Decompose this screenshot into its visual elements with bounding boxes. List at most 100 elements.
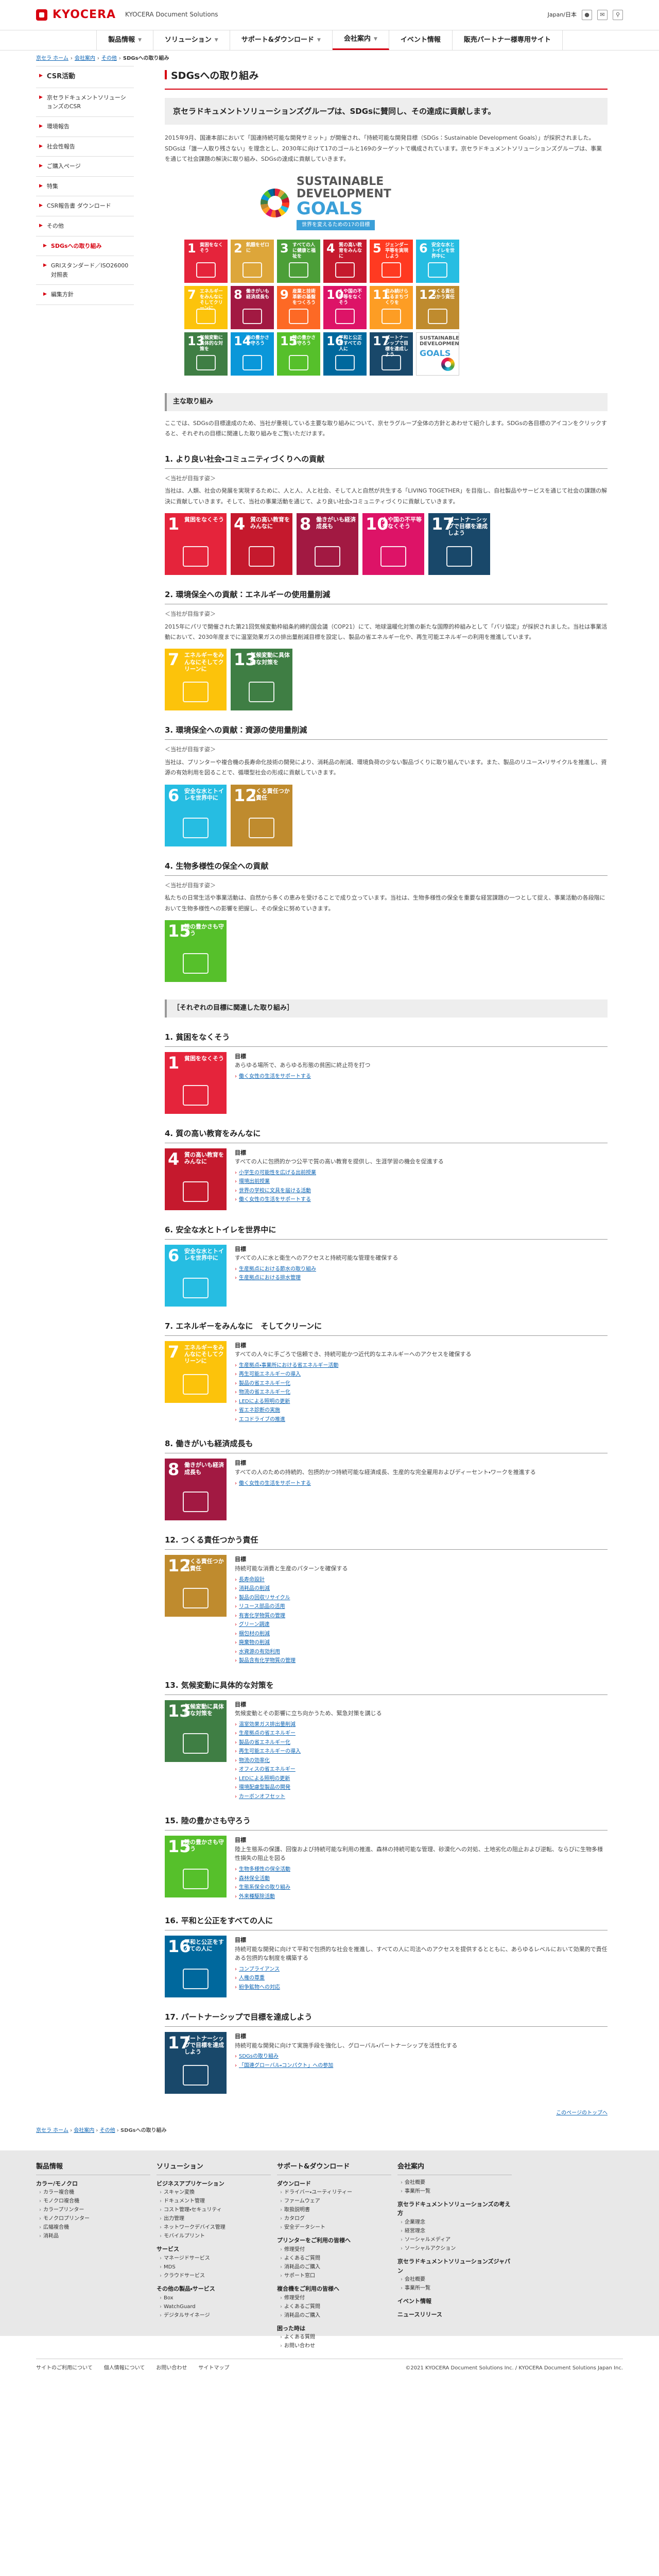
goal-link[interactable]: 製品の回収リサイクル bbox=[239, 1595, 290, 1601]
sidebar-item-2[interactable]: ▶ 環境報告 bbox=[36, 117, 134, 137]
goal-link[interactable]: 世界の学校に文具を届ける活動 bbox=[239, 1188, 311, 1194]
footer-bottom-link[interactable]: サイトのご利用について bbox=[36, 2365, 93, 2371]
goal-link[interactable]: コンプライアンス bbox=[239, 1967, 280, 1972]
goal-link[interactable]: 省エネ診断の実施 bbox=[239, 1408, 280, 1413]
footer-link[interactable]: サポート窓口 bbox=[277, 2272, 391, 2280]
goal-link[interactable]: 生態系保全の取り組み bbox=[239, 1885, 290, 1890]
nav-item-0[interactable]: 製品情報 ▼ bbox=[96, 30, 154, 50]
goal-link[interactable]: 生産拠点・事業所における省エネルギー活動 bbox=[239, 1363, 338, 1368]
footer-link[interactable]: ネットワークデバイス管理 bbox=[157, 2223, 271, 2232]
footer-link[interactable]: 企業理念 bbox=[397, 2218, 512, 2227]
footer-section-title[interactable]: ニュースリリース bbox=[397, 2310, 512, 2319]
goal-link[interactable]: 製品の省エネルギー化 bbox=[239, 1740, 290, 1745]
goal-link[interactable]: 環境配慮型製品の開発 bbox=[239, 1785, 290, 1790]
goal-link[interactable]: 小学生の可能性を広げる出前授業 bbox=[239, 1170, 316, 1176]
goal-link[interactable]: 再生可能エネルギーの導入 bbox=[239, 1749, 301, 1754]
sdg-tile-16[interactable]: 16 平和と公正をすべての人に bbox=[323, 332, 367, 376]
footer-section-title[interactable]: プリンターをご利用の皆様へ bbox=[277, 2236, 391, 2245]
footer-link[interactable]: モノクロプリンター bbox=[36, 2214, 150, 2223]
sdg-tile-2[interactable]: 2 飢餓をゼロに bbox=[231, 240, 274, 283]
sidebar-item-4[interactable]: ▶ ご購入ページ bbox=[36, 157, 134, 177]
footer-breadcrumb-link[interactable]: 会社案内 bbox=[74, 2128, 94, 2133]
footer-link[interactable]: MDS bbox=[157, 2263, 271, 2272]
sdg-tile-15[interactable]: 15 陸の豊かさも守ろう bbox=[165, 920, 227, 982]
footer-link[interactable]: よくある質問 bbox=[277, 2333, 391, 2342]
sdg-tile-7[interactable]: 7 エネルギーをみんなにそしてクリーンに bbox=[165, 649, 227, 711]
footer-link[interactable]: ドキュメント管理 bbox=[157, 2197, 271, 2206]
logo[interactable]: KYOCERA KYOCERA Document Solutions bbox=[36, 6, 218, 24]
footer-link[interactable]: 会社概要 bbox=[397, 2275, 512, 2284]
footer-link[interactable]: ソーシャルアクション bbox=[397, 2244, 512, 2253]
sdg-tile-15[interactable]: 15 陸の豊かさも守ろう bbox=[277, 332, 320, 376]
breadcrumb-link[interactable]: その他 bbox=[101, 56, 117, 61]
footer-link[interactable]: 修理受付 bbox=[277, 2245, 391, 2254]
sdg-tile-9[interactable]: 9 産業と技術革新の基盤をつくろう bbox=[277, 286, 320, 330]
sdg-tile-1[interactable]: 1 貧困をなくそう bbox=[184, 240, 228, 283]
nav-item-3[interactable]: 会社案内 ▼ bbox=[332, 30, 389, 50]
goal-link[interactable]: 働く女性の生活をサポートする bbox=[239, 1481, 311, 1486]
sdg-tile-17[interactable]: 17 パートナーシップで目標を達成しよう bbox=[428, 513, 490, 575]
footer-link[interactable]: 取扱説明書 bbox=[277, 2206, 391, 2214]
footer-link[interactable]: 会社概要 bbox=[397, 2178, 512, 2187]
sdg-tile-17[interactable]: 17 パートナーシップで目標を達成しよう bbox=[165, 2032, 227, 2094]
footer-column-head[interactable]: 会社案内 bbox=[397, 2162, 512, 2175]
goal-link[interactable]: 廃棄物の削減 bbox=[239, 1640, 270, 1646]
goal-link[interactable]: LEDによる照明の更新 bbox=[239, 1399, 290, 1404]
sdg-tile-12[interactable]: 12 つくる責任つかう責任 bbox=[231, 784, 292, 846]
goal-link[interactable]: LEDによる照明の更新 bbox=[239, 1776, 290, 1782]
goal-link[interactable]: 生産拠点の省エネルギー bbox=[239, 1731, 296, 1736]
goal-link[interactable]: 外来種駆除活動 bbox=[239, 1894, 275, 1900]
footer-section-title[interactable]: ビジネスアプリケーション bbox=[157, 2179, 271, 2189]
sidebar-item-5[interactable]: ▶ 特集 bbox=[36, 177, 134, 197]
sdg-tile-13[interactable]: 13 気候変動に具体的な対策を bbox=[231, 649, 292, 711]
footer-link[interactable]: モバイルプリント bbox=[157, 2232, 271, 2241]
goal-link[interactable]: 物流の省エネルギー化 bbox=[239, 1389, 290, 1395]
nav-item-4[interactable]: イベント情報 bbox=[389, 30, 453, 50]
footer-link[interactable]: コスト管理・セキュリティ bbox=[157, 2206, 271, 2214]
language-selector[interactable]: Japan/日本 bbox=[548, 10, 577, 20]
goal-link[interactable]: 物流の効率化 bbox=[239, 1758, 270, 1764]
footer-link[interactable]: カラー複合機 bbox=[36, 2188, 150, 2197]
search-icon[interactable]: ⚲ bbox=[613, 10, 623, 20]
footer-section-title[interactable]: 困った時は bbox=[277, 2324, 391, 2333]
footer-link[interactable]: 消耗品 bbox=[36, 2232, 150, 2241]
footer-link[interactable]: 事業所一覧 bbox=[397, 2187, 512, 2196]
sdg-tile-12[interactable]: 12 つくる責任つかう責任 bbox=[416, 286, 459, 330]
goal-link[interactable]: 働く女性の生活をサポートする bbox=[239, 1197, 311, 1202]
sdg-tile-8[interactable]: 8 働きがいも経済成長も bbox=[165, 1459, 227, 1521]
footer-link[interactable]: 出力管理 bbox=[157, 2214, 271, 2223]
sdg-tile-6[interactable]: 6 安全な水とトイレを世界中に bbox=[165, 784, 227, 846]
sidebar-item-7[interactable]: ▶ その他 bbox=[36, 216, 134, 236]
footer-bottom-link[interactable]: 個人情報について bbox=[104, 2365, 145, 2371]
footer-link[interactable]: お問い合わせ bbox=[277, 2342, 391, 2350]
footer-link[interactable]: カタログ bbox=[277, 2214, 391, 2223]
sdg-tile-16[interactable]: 16 平和と公正をすべての人に bbox=[165, 1936, 227, 1998]
footer-bottom-link[interactable]: お問い合わせ bbox=[156, 2365, 187, 2371]
sdg-tile-4[interactable]: 4 質の高い教育をみんなに bbox=[165, 1148, 227, 1210]
sidebar-item-8[interactable]: ▶ SDGsへの取り組み bbox=[36, 236, 134, 257]
goal-link[interactable]: 働く女性の生活をサポートする bbox=[239, 1074, 311, 1079]
footer-breadcrumb-link[interactable]: 京セラ ホーム bbox=[36, 2128, 68, 2133]
goal-link[interactable]: カーボンオフセット bbox=[239, 1794, 285, 1800]
footer-section-title[interactable]: サービス bbox=[157, 2245, 271, 2254]
goal-link[interactable]: 環境出前授業 bbox=[239, 1179, 270, 1184]
sdg-tile-1[interactable]: 1 貧困をなくそう bbox=[165, 1052, 227, 1114]
sidebar-item-1[interactable]: ▶ 京セラドキュメントソリューションズのCSR bbox=[36, 88, 134, 117]
sdg-tile-10[interactable]: 10 人や国の不平等をなくそう bbox=[362, 513, 424, 575]
footer-link[interactable]: ソーシャルメディア bbox=[397, 2235, 512, 2244]
footer-link[interactable]: 事業所一覧 bbox=[397, 2284, 512, 2293]
sdg-tile-17[interactable]: 17 パートナーシップで目標を達成しよう bbox=[370, 332, 413, 376]
goal-link[interactable]: 生物多様性の保全活動 bbox=[239, 1867, 290, 1872]
footer-link[interactable]: クラウドサービス bbox=[157, 2272, 271, 2280]
footer-section-title[interactable]: その他の製品・サービス bbox=[157, 2284, 271, 2294]
goal-link[interactable]: エコドライブの推進 bbox=[239, 1417, 285, 1422]
footer-link[interactable]: よくあるご質問 bbox=[277, 2302, 391, 2311]
goal-link[interactable]: 人権の尊重 bbox=[239, 1975, 265, 1981]
sdg-tile-12[interactable]: 12 つくる責任つかう責任 bbox=[165, 1555, 227, 1617]
footer-bottom-link[interactable]: サイトマップ bbox=[198, 2365, 229, 2371]
footer-breadcrumb-link[interactable]: その他 bbox=[100, 2128, 115, 2133]
footer-link[interactable]: 安全データシート bbox=[277, 2223, 391, 2232]
goal-link[interactable]: 温室効果ガス排出量削減 bbox=[239, 1722, 296, 1727]
goal-link[interactable]: 生産拠点における節水の取り組み bbox=[239, 1266, 316, 1272]
sdg-tile-8[interactable]: 8 働きがいも経済成長も bbox=[231, 286, 274, 330]
